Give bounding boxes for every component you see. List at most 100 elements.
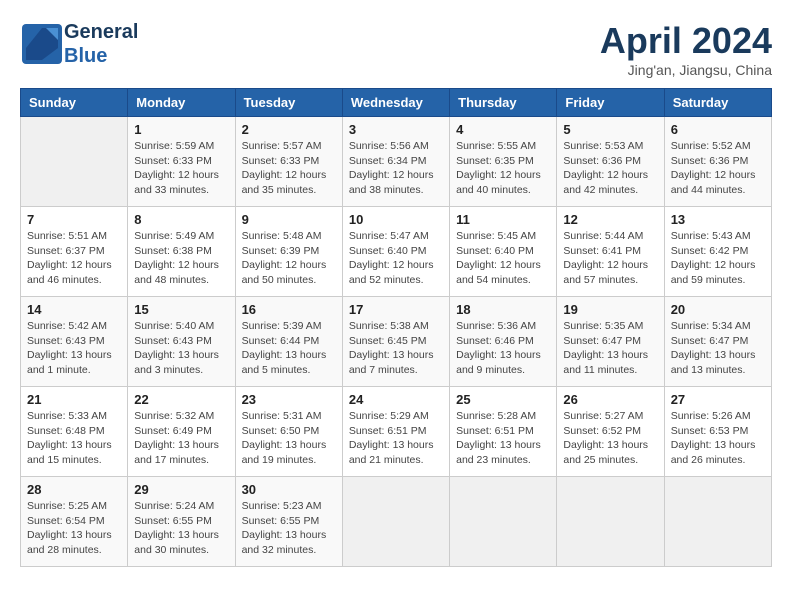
logo-icon bbox=[20, 22, 64, 66]
header-row: SundayMondayTuesdayWednesdayThursdayFrid… bbox=[21, 89, 772, 117]
calendar-cell: 24 Sunrise: 5:29 AMSunset: 6:51 PMDaylig… bbox=[342, 387, 449, 477]
day-info: Sunrise: 5:26 AMSunset: 6:53 PMDaylight:… bbox=[671, 410, 756, 466]
calendar-cell: 18 Sunrise: 5:36 AMSunset: 6:46 PMDaylig… bbox=[450, 297, 557, 387]
calendar-cell: 10 Sunrise: 5:47 AMSunset: 6:40 PMDaylig… bbox=[342, 207, 449, 297]
calendar-cell: 23 Sunrise: 5:31 AMSunset: 6:50 PMDaylig… bbox=[235, 387, 342, 477]
day-info: Sunrise: 5:53 AMSunset: 6:36 PMDaylight:… bbox=[563, 140, 648, 196]
day-number: 9 bbox=[242, 212, 336, 227]
calendar-cell: 22 Sunrise: 5:32 AMSunset: 6:49 PMDaylig… bbox=[128, 387, 235, 477]
calendar-week-row: 28 Sunrise: 5:25 AMSunset: 6:54 PMDaylig… bbox=[21, 477, 772, 567]
day-info: Sunrise: 5:47 AMSunset: 6:40 PMDaylight:… bbox=[349, 230, 434, 286]
day-number: 14 bbox=[27, 302, 121, 317]
calendar-cell: 1 Sunrise: 5:59 AMSunset: 6:33 PMDayligh… bbox=[128, 117, 235, 207]
day-number: 2 bbox=[242, 122, 336, 137]
calendar-cell: 9 Sunrise: 5:48 AMSunset: 6:39 PMDayligh… bbox=[235, 207, 342, 297]
day-info: Sunrise: 5:33 AMSunset: 6:48 PMDaylight:… bbox=[27, 410, 112, 466]
page-header: General Blue April 2024 Jing'an, Jiangsu… bbox=[20, 20, 772, 78]
calendar-cell: 17 Sunrise: 5:38 AMSunset: 6:45 PMDaylig… bbox=[342, 297, 449, 387]
weekday-header: Thursday bbox=[450, 89, 557, 117]
calendar-cell: 29 Sunrise: 5:24 AMSunset: 6:55 PMDaylig… bbox=[128, 477, 235, 567]
day-number: 13 bbox=[671, 212, 765, 227]
calendar-cell bbox=[342, 477, 449, 567]
calendar-week-row: 14 Sunrise: 5:42 AMSunset: 6:43 PMDaylig… bbox=[21, 297, 772, 387]
day-info: Sunrise: 5:29 AMSunset: 6:51 PMDaylight:… bbox=[349, 410, 434, 466]
day-number: 12 bbox=[563, 212, 657, 227]
day-info: Sunrise: 5:39 AMSunset: 6:44 PMDaylight:… bbox=[242, 320, 327, 376]
logo-line2: Blue bbox=[64, 44, 138, 68]
day-info: Sunrise: 5:45 AMSunset: 6:40 PMDaylight:… bbox=[456, 230, 541, 286]
day-info: Sunrise: 5:38 AMSunset: 6:45 PMDaylight:… bbox=[349, 320, 434, 376]
day-number: 3 bbox=[349, 122, 443, 137]
logo-line1: General bbox=[64, 20, 138, 44]
day-number: 20 bbox=[671, 302, 765, 317]
day-number: 6 bbox=[671, 122, 765, 137]
calendar-cell: 21 Sunrise: 5:33 AMSunset: 6:48 PMDaylig… bbox=[21, 387, 128, 477]
day-info: Sunrise: 5:27 AMSunset: 6:52 PMDaylight:… bbox=[563, 410, 648, 466]
day-info: Sunrise: 5:51 AMSunset: 6:37 PMDaylight:… bbox=[27, 230, 112, 286]
day-number: 1 bbox=[134, 122, 228, 137]
day-number: 28 bbox=[27, 482, 121, 497]
day-info: Sunrise: 5:43 AMSunset: 6:42 PMDaylight:… bbox=[671, 230, 756, 286]
day-info: Sunrise: 5:23 AMSunset: 6:55 PMDaylight:… bbox=[242, 500, 327, 556]
logo: General Blue bbox=[20, 20, 138, 68]
day-number: 17 bbox=[349, 302, 443, 317]
calendar-cell: 11 Sunrise: 5:45 AMSunset: 6:40 PMDaylig… bbox=[450, 207, 557, 297]
calendar-cell: 2 Sunrise: 5:57 AMSunset: 6:33 PMDayligh… bbox=[235, 117, 342, 207]
day-info: Sunrise: 5:42 AMSunset: 6:43 PMDaylight:… bbox=[27, 320, 112, 376]
day-number: 15 bbox=[134, 302, 228, 317]
calendar-week-row: 1 Sunrise: 5:59 AMSunset: 6:33 PMDayligh… bbox=[21, 117, 772, 207]
calendar-cell: 4 Sunrise: 5:55 AMSunset: 6:35 PMDayligh… bbox=[450, 117, 557, 207]
calendar-cell: 30 Sunrise: 5:23 AMSunset: 6:55 PMDaylig… bbox=[235, 477, 342, 567]
day-number: 23 bbox=[242, 392, 336, 407]
day-number: 11 bbox=[456, 212, 550, 227]
day-number: 4 bbox=[456, 122, 550, 137]
weekday-header: Friday bbox=[557, 89, 664, 117]
day-number: 30 bbox=[242, 482, 336, 497]
calendar-cell bbox=[21, 117, 128, 207]
calendar-cell bbox=[664, 477, 771, 567]
day-info: Sunrise: 5:48 AMSunset: 6:39 PMDaylight:… bbox=[242, 230, 327, 286]
calendar-week-row: 21 Sunrise: 5:33 AMSunset: 6:48 PMDaylig… bbox=[21, 387, 772, 477]
title-section: April 2024 Jing'an, Jiangsu, China bbox=[600, 20, 772, 78]
day-number: 27 bbox=[671, 392, 765, 407]
month-title: April 2024 bbox=[600, 20, 772, 62]
day-number: 22 bbox=[134, 392, 228, 407]
day-number: 8 bbox=[134, 212, 228, 227]
calendar-cell: 26 Sunrise: 5:27 AMSunset: 6:52 PMDaylig… bbox=[557, 387, 664, 477]
weekday-header: Wednesday bbox=[342, 89, 449, 117]
day-info: Sunrise: 5:25 AMSunset: 6:54 PMDaylight:… bbox=[27, 500, 112, 556]
calendar-cell: 14 Sunrise: 5:42 AMSunset: 6:43 PMDaylig… bbox=[21, 297, 128, 387]
day-info: Sunrise: 5:35 AMSunset: 6:47 PMDaylight:… bbox=[563, 320, 648, 376]
weekday-header: Saturday bbox=[664, 89, 771, 117]
day-info: Sunrise: 5:56 AMSunset: 6:34 PMDaylight:… bbox=[349, 140, 434, 196]
location: Jing'an, Jiangsu, China bbox=[600, 62, 772, 78]
calendar-cell: 7 Sunrise: 5:51 AMSunset: 6:37 PMDayligh… bbox=[21, 207, 128, 297]
calendar-cell: 6 Sunrise: 5:52 AMSunset: 6:36 PMDayligh… bbox=[664, 117, 771, 207]
day-info: Sunrise: 5:57 AMSunset: 6:33 PMDaylight:… bbox=[242, 140, 327, 196]
day-info: Sunrise: 5:55 AMSunset: 6:35 PMDaylight:… bbox=[456, 140, 541, 196]
day-info: Sunrise: 5:36 AMSunset: 6:46 PMDaylight:… bbox=[456, 320, 541, 376]
calendar-cell: 16 Sunrise: 5:39 AMSunset: 6:44 PMDaylig… bbox=[235, 297, 342, 387]
calendar-cell: 15 Sunrise: 5:40 AMSunset: 6:43 PMDaylig… bbox=[128, 297, 235, 387]
calendar-cell: 19 Sunrise: 5:35 AMSunset: 6:47 PMDaylig… bbox=[557, 297, 664, 387]
calendar-cell bbox=[557, 477, 664, 567]
calendar-cell: 3 Sunrise: 5:56 AMSunset: 6:34 PMDayligh… bbox=[342, 117, 449, 207]
weekday-header: Sunday bbox=[21, 89, 128, 117]
day-number: 25 bbox=[456, 392, 550, 407]
day-number: 5 bbox=[563, 122, 657, 137]
day-number: 29 bbox=[134, 482, 228, 497]
calendar-cell: 13 Sunrise: 5:43 AMSunset: 6:42 PMDaylig… bbox=[664, 207, 771, 297]
day-number: 21 bbox=[27, 392, 121, 407]
day-info: Sunrise: 5:28 AMSunset: 6:51 PMDaylight:… bbox=[456, 410, 541, 466]
calendar-cell bbox=[450, 477, 557, 567]
day-info: Sunrise: 5:59 AMSunset: 6:33 PMDaylight:… bbox=[134, 140, 219, 196]
calendar-week-row: 7 Sunrise: 5:51 AMSunset: 6:37 PMDayligh… bbox=[21, 207, 772, 297]
day-number: 16 bbox=[242, 302, 336, 317]
day-number: 18 bbox=[456, 302, 550, 317]
day-info: Sunrise: 5:32 AMSunset: 6:49 PMDaylight:… bbox=[134, 410, 219, 466]
day-info: Sunrise: 5:49 AMSunset: 6:38 PMDaylight:… bbox=[134, 230, 219, 286]
day-info: Sunrise: 5:40 AMSunset: 6:43 PMDaylight:… bbox=[134, 320, 219, 376]
day-info: Sunrise: 5:34 AMSunset: 6:47 PMDaylight:… bbox=[671, 320, 756, 376]
day-info: Sunrise: 5:44 AMSunset: 6:41 PMDaylight:… bbox=[563, 230, 648, 286]
calendar-cell: 20 Sunrise: 5:34 AMSunset: 6:47 PMDaylig… bbox=[664, 297, 771, 387]
